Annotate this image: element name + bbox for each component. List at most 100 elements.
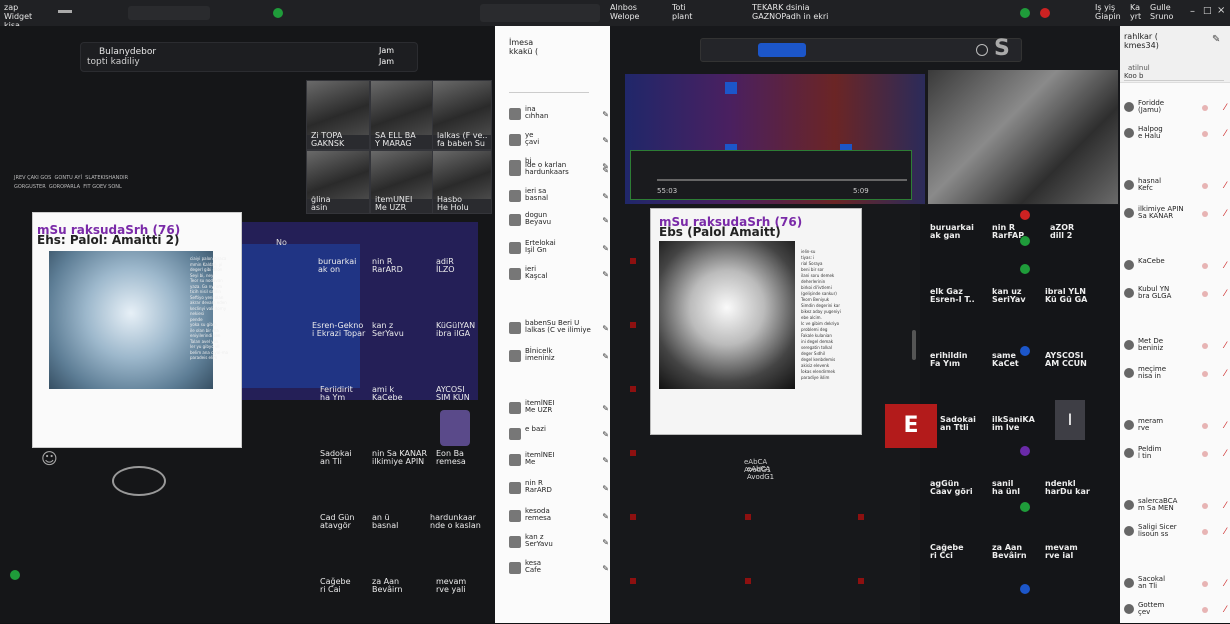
chat-search[interactable] (509, 82, 589, 93)
member-avatar-i[interactable]: I (1055, 400, 1085, 440)
tag-icon[interactable]: ⁄ (1224, 341, 1226, 351)
edit-icon[interactable]: ✎ (602, 110, 609, 119)
chat-item[interactable]: ieri sa basnal ✎ (505, 186, 611, 208)
list-cell[interactable]: an ü basnal (372, 514, 398, 530)
tag-icon[interactable]: ⁄ (1224, 129, 1226, 139)
grid-tile[interactable]: itemUNEI Me UZR (370, 150, 434, 214)
list-cell[interactable]: ami k KaCebe (372, 386, 403, 402)
edit-icon[interactable]: ✎ (602, 430, 609, 439)
progress-track[interactable] (657, 179, 907, 181)
pill-2[interactable]: Jam (379, 57, 394, 66)
chat-item[interactable]: babenSu Beri U lalkas (C ve ilimiye ✎ (505, 318, 611, 340)
list-item[interactable]: salercaBCA m Sa MEN ⁄ (1120, 496, 1230, 520)
tag-icon[interactable]: ⁄ (1224, 261, 1226, 271)
small-label[interactable]: GORGUSTER (14, 184, 46, 190)
menu-icon[interactable] (58, 10, 72, 13)
member-cell[interactable]: Cağebe ri Cci (930, 544, 964, 560)
chat-item[interactable]: Ertelokai Işil Gn ✎ (505, 238, 611, 260)
tag-icon[interactable]: ⁄ (1224, 605, 1226, 615)
tray-label-2[interactable]: Ka yrt (1130, 3, 1141, 21)
member-cell[interactable]: buruarkai ak gan (930, 224, 974, 240)
tray-label-1[interactable]: Iş yiş Giapin (1095, 3, 1121, 21)
member-cell[interactable]: sanil ha ünl (992, 480, 1020, 496)
edit-icon[interactable]: ✎ (602, 564, 609, 573)
edit-icon[interactable]: ✎ (602, 512, 609, 521)
tag-icon[interactable]: ⁄ (1224, 449, 1226, 459)
maximize-icon[interactable]: □ (1203, 6, 1212, 16)
tag-icon[interactable]: ⁄ (1224, 501, 1226, 511)
list-item[interactable]: ilkimiye APIN Sa KANAR ⁄ (1120, 204, 1230, 228)
close-icon[interactable]: × (1217, 5, 1225, 16)
list-item[interactable]: Met De beniniz ⁄ (1120, 336, 1230, 360)
search-input[interactable]: Koo b (1124, 72, 1224, 81)
grid-tile[interactable]: SA ELL BA Y MARAG (370, 80, 434, 150)
list-item[interactable]: Peldim l tin ⁄ (1120, 444, 1230, 468)
edit-icon[interactable]: ✎ (602, 352, 609, 361)
small-label[interactable]: SLATEKISHANDIR (85, 175, 128, 181)
chat-item[interactable]: ieri Kaşcal ✎ (505, 264, 611, 286)
list-cell[interactable]: AYCOSI SIM KUN (436, 386, 470, 402)
edit-icon[interactable]: ✎ (602, 270, 609, 279)
edit-icon[interactable]: ✎ (602, 324, 609, 333)
list-item[interactable]: meçime nisa in ⁄ (1120, 364, 1230, 388)
edit-icon[interactable]: ✎ (602, 456, 609, 465)
grid-tile[interactable]: Hasbo He Holu (432, 150, 492, 214)
grid-tile[interactable]: Zi TOPA GAKNSK (306, 80, 370, 150)
chat-item[interactable]: itemlNEI Me ✎ (505, 450, 611, 472)
chat-item[interactable]: ye çavi ✎ (505, 130, 611, 152)
edit-icon[interactable]: ✎ (602, 166, 609, 175)
no-label[interactable]: No (276, 238, 287, 247)
tab-strip[interactable] (480, 4, 600, 22)
tab-label-1[interactable]: Toti plant (672, 3, 692, 21)
chat-item[interactable]: e bazi ✎ (505, 424, 611, 446)
post-popup[interactable]: mSu raksudaSrh (76) Ebs (Palol Amaitt) i… (650, 208, 862, 481)
list-cell[interactable]: mevam rve yali (436, 578, 466, 594)
tab-label-3[interactable]: Alnbos Welope (610, 3, 639, 21)
list-item[interactable]: meram rve ⁄ (1120, 416, 1230, 440)
chat-item[interactable]: dogun Beyavu ✎ (505, 210, 611, 232)
edit-icon[interactable]: ✎ (602, 192, 609, 201)
list-item[interactable]: Sacokal an Tli ⁄ (1120, 574, 1230, 598)
edit-icon[interactable]: ✎ (602, 404, 609, 413)
chat-item[interactable]: itemlNEI Me UZR ✎ (505, 398, 611, 420)
scrollbar-thumb[interactable] (912, 330, 916, 360)
small-label[interactable]: FIT GOEV SONL (83, 184, 122, 190)
list-item[interactable]: Kubul YN bra GLGA ⁄ (1120, 284, 1230, 308)
member-cell[interactable]: elk Gaz Esren-I T.. (930, 288, 975, 304)
minimize-icon[interactable]: – (1190, 6, 1195, 17)
tag-icon[interactable]: ⁄ (1224, 103, 1226, 113)
list-cell[interactable]: Cad Gün atavgör (320, 514, 354, 530)
member-cell[interactable]: ndenkl harDu kar (1045, 480, 1090, 496)
search-icon[interactable] (976, 44, 988, 56)
list-cell[interactable]: Sadokai an Tli (320, 450, 352, 466)
member-cell[interactable]: AYSCOSI AM CCUN (1045, 352, 1087, 368)
chat-item[interactable]: Bİnicelk imeniniz ✎ (505, 346, 611, 368)
list-item[interactable]: hasnal Kefc ⁄ (1120, 176, 1230, 200)
small-label[interactable]: GOROPARLA (49, 184, 80, 190)
list-cell[interactable]: nin R RarARD (372, 258, 403, 274)
list-cell[interactable]: Esren-Gekno i Ekrazi Topar (312, 322, 365, 338)
edit-icon[interactable]: ✎ (1212, 34, 1220, 45)
tag-icon[interactable]: ⁄ (1224, 579, 1226, 589)
chat-item[interactable]: ina cıhhan ✎ (505, 104, 611, 126)
chat-item[interactable]: ide o karlan hardunkaars ✎ (505, 160, 611, 182)
list-cell[interactable]: Eon Ba remesa (436, 450, 466, 466)
tag-icon[interactable]: ⁄ (1224, 181, 1226, 191)
member-cell[interactable]: aZOR dill 2 (1050, 224, 1074, 240)
tray-label-3[interactable]: Gulle Sruno (1150, 3, 1173, 21)
tag-icon[interactable]: ⁄ (1224, 527, 1226, 537)
member-cell[interactable]: ibral YLN Kü Gü GA (1045, 288, 1087, 304)
edit-icon[interactable]: ✎ (602, 538, 609, 547)
middle-search-bar[interactable] (700, 38, 1022, 62)
list-item[interactable]: Gottem çev ⁄ (1120, 600, 1230, 624)
member-cell[interactable]: erihildin Fa Yım (930, 352, 967, 368)
list-item[interactable]: Saligi Sicer lisoun ss ⁄ (1120, 522, 1230, 546)
grid-tile[interactable]: lalkas (F ve... fa baben Su B (432, 80, 492, 150)
list-item[interactable]: Halpog e Halu ⁄ (1120, 124, 1230, 148)
edit-icon[interactable]: ✎ (602, 136, 609, 145)
reaction-icon[interactable]: ☺ (41, 449, 58, 468)
list-cell[interactable]: hardunkaar nde o kaslan (430, 514, 481, 530)
tag-icon[interactable]: ⁄ (1224, 289, 1226, 299)
tag-icon[interactable]: ⁄ (1224, 369, 1226, 379)
member-cell[interactable]: kan uz SeriYav (992, 288, 1026, 304)
